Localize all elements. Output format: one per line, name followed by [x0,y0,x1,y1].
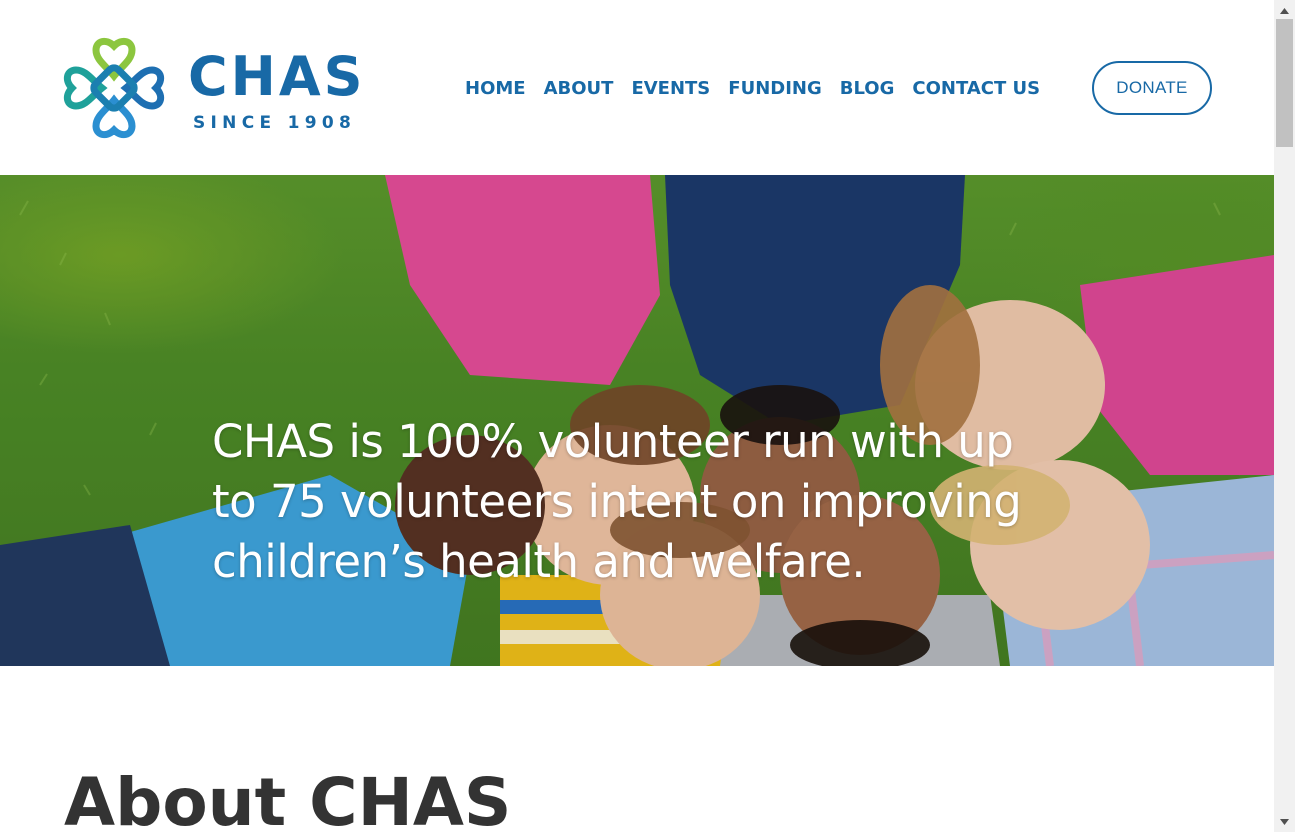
logo-wordmark: CHAS [188,45,366,108]
about-section-title: About CHAS [64,764,512,832]
main-nav: HOME ABOUT EVENTS FUNDING BLOG CONTACT U… [465,76,1040,102]
hero-banner: CHAS is 100% volunteer run with up to 75… [0,175,1274,666]
heart-knot-logo-icon [63,37,165,139]
nav-item-home[interactable]: HOME [465,76,526,102]
scrollbar-thumb[interactable] [1276,19,1293,147]
logo-tagline: SINCE 1908 [193,113,357,133]
donate-button[interactable]: DONATE [1092,61,1212,115]
scroll-down-arrow-icon[interactable] [1274,813,1295,830]
nav-item-blog[interactable]: BLOG [840,76,895,102]
nav-item-contact-us[interactable]: CONTACT US [912,76,1040,102]
page: CHAS SINCE 1908 HOME ABOUT EVENTS FUNDIN… [0,0,1295,832]
site-logo-link[interactable]: CHAS SINCE 1908 [62,36,367,140]
hero-headline: CHAS is 100% volunteer run with up to 75… [212,415,1022,588]
nav-item-funding[interactable]: FUNDING [728,76,821,102]
scroll-up-arrow-icon[interactable] [1274,2,1295,19]
site-header: CHAS SINCE 1908 HOME ABOUT EVENTS FUNDIN… [0,0,1274,175]
vertical-scrollbar[interactable] [1274,0,1295,832]
nav-item-about[interactable]: ABOUT [544,76,614,102]
nav-item-events[interactable]: EVENTS [631,76,710,102]
